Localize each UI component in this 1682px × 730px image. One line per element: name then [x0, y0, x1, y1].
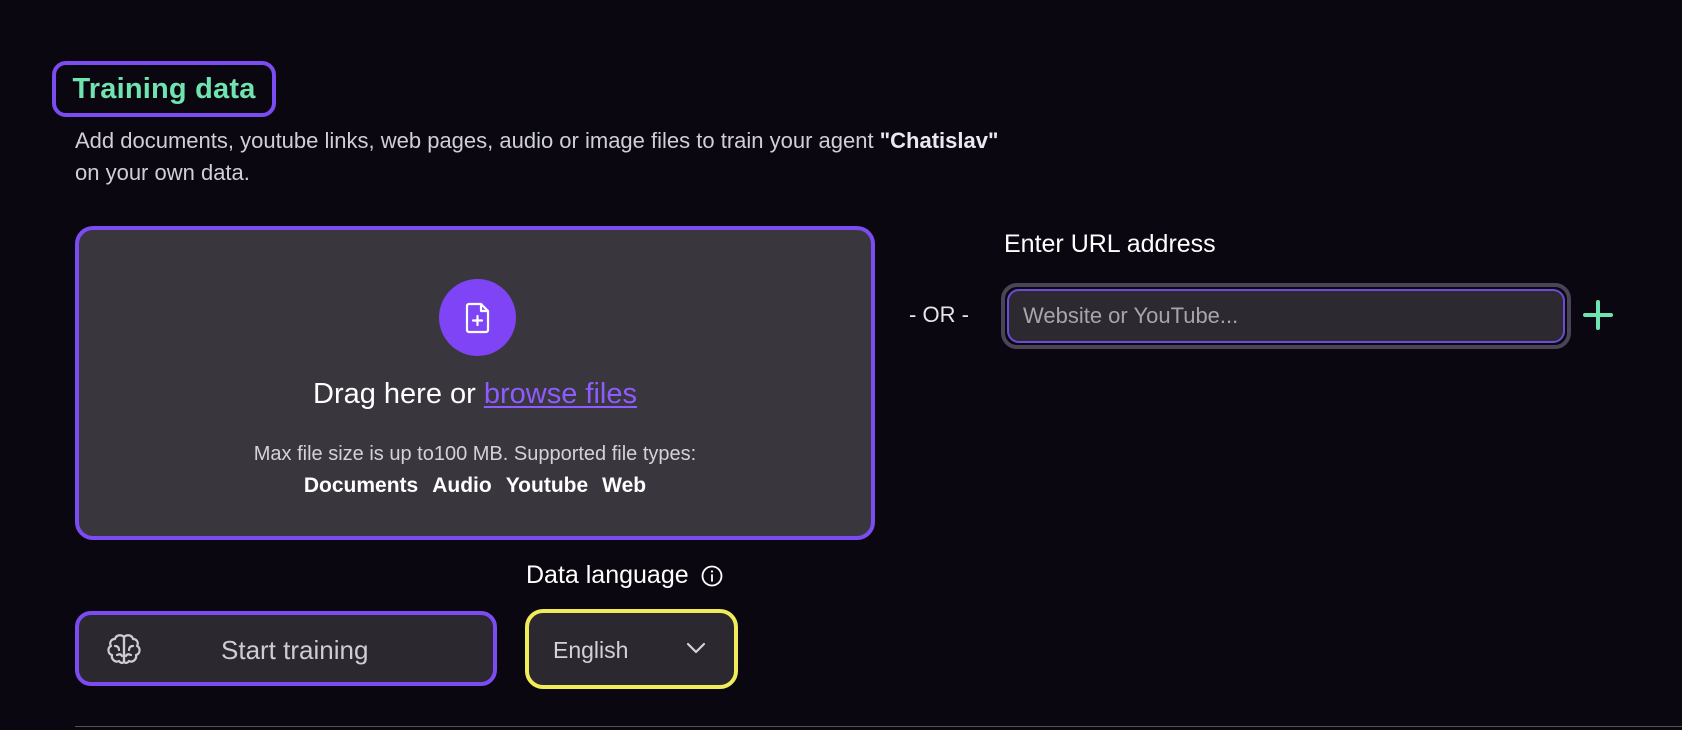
- section-description: Add documents, youtube links, web pages,…: [75, 125, 1115, 189]
- language-select[interactable]: English: [525, 609, 738, 689]
- agent-name: "Chatislav": [879, 128, 999, 153]
- file-type-documents: Documents: [303, 474, 419, 497]
- data-language-label: Data language: [526, 561, 723, 590]
- chevron-down-icon: [685, 641, 707, 660]
- brain-icon: [105, 633, 143, 672]
- file-plus-icon: [465, 302, 489, 333]
- drag-text: Drag here or: [313, 378, 484, 410]
- info-icon[interactable]: [701, 565, 723, 587]
- description-prefix: Add documents, youtube links, web pages,…: [75, 128, 880, 153]
- url-input-wrapper: [1001, 283, 1571, 349]
- data-language-text: Data language: [526, 561, 689, 589]
- drag-instruction: Drag here or browse files: [79, 378, 871, 411]
- add-url-button[interactable]: [1580, 295, 1616, 335]
- section-divider: [75, 726, 1682, 727]
- file-size-info: Max file size is up to100 MB. Supported …: [253, 443, 697, 465]
- file-dropzone[interactable]: Drag here or browse files Max file size …: [75, 226, 875, 540]
- browse-files-link[interactable]: browse files: [484, 378, 637, 410]
- start-training-button[interactable]: Start training: [75, 611, 497, 686]
- start-training-label: Start training: [221, 635, 369, 665]
- supported-file-types: Documents Audio Youtube Web: [79, 474, 871, 498]
- url-input[interactable]: [1007, 289, 1565, 343]
- section-title: Training data: [72, 72, 256, 105]
- file-type-youtube: Youtube: [505, 474, 589, 497]
- plus-icon: [1583, 300, 1613, 330]
- upload-icon-badge[interactable]: [439, 279, 516, 356]
- description-suffix: on your own data.: [75, 160, 250, 185]
- file-type-web: Web: [602, 474, 647, 497]
- language-selected-value: English: [553, 637, 629, 663]
- or-separator: - OR -: [909, 302, 969, 327]
- section-title-box: Training data: [52, 61, 276, 117]
- url-label: Enter URL address: [1004, 230, 1216, 258]
- file-type-audio: Audio: [432, 474, 492, 497]
- training-data-page: Training data Add documents, youtube lin…: [0, 0, 1682, 730]
